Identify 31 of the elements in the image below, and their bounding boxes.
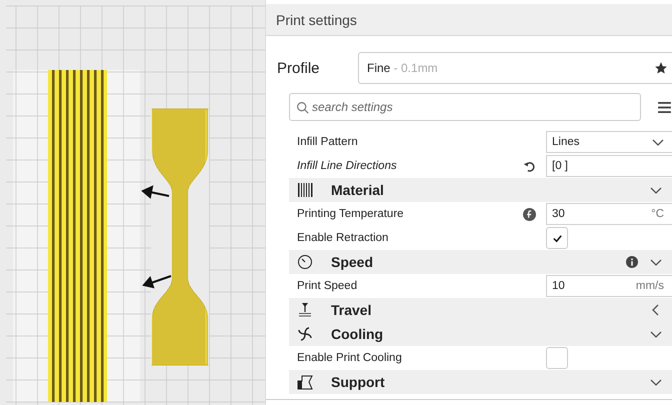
search-icon xyxy=(296,101,309,114)
barcode-icon xyxy=(297,182,313,198)
input-field[interactable]: 30 °C xyxy=(546,203,672,225)
check-icon xyxy=(552,232,562,244)
checkbox[interactable] xyxy=(546,347,568,369)
profile-dropdown[interactable]: Fine - 0.1mm xyxy=(358,52,672,84)
gauge-icon xyxy=(297,254,313,270)
fan-icon xyxy=(297,326,313,342)
checkbox[interactable] xyxy=(546,227,568,249)
reset-icon[interactable] xyxy=(523,160,536,172)
nozzle-icon xyxy=(297,302,313,318)
category-header[interactable]: Material xyxy=(289,178,672,202)
setting-label: Enable Retraction xyxy=(296,232,390,244)
panel-title: Print settings xyxy=(276,12,357,28)
setting-label: Infill Line Directions xyxy=(296,160,398,172)
category-header[interactable]: Support xyxy=(289,370,672,394)
setting-label: Enable Print Cooling xyxy=(296,352,403,364)
menu-icon[interactable] xyxy=(658,102,671,112)
dropdown-field[interactable]: Lines xyxy=(546,131,672,153)
profile-label: Profile xyxy=(276,60,321,76)
input-field[interactable]: 10 mm/s xyxy=(546,275,672,297)
setting-label: Infill Pattern xyxy=(296,136,359,148)
search-field[interactable]: search settings xyxy=(289,93,641,121)
input-field[interactable]: [0 ] xyxy=(546,155,672,177)
category-header[interactable]: Cooling xyxy=(289,322,672,346)
setting-label: Print Speed xyxy=(296,280,358,292)
category-header[interactable]: Travel xyxy=(289,298,672,322)
support-icon xyxy=(297,374,313,390)
star-icon[interactable] xyxy=(654,61,668,75)
setting-label: Printing Temperature xyxy=(296,208,405,220)
category-header[interactable]: Speed xyxy=(289,250,672,274)
